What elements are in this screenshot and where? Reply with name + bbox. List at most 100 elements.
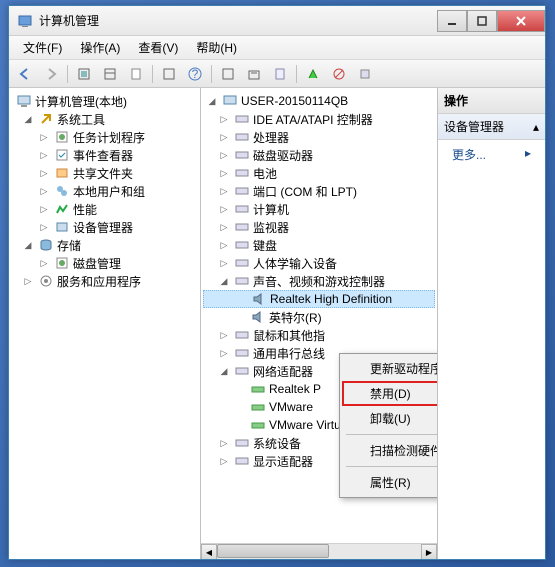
expand-icon[interactable]: ▷ — [217, 166, 231, 180]
expand-icon[interactable]: ▷ — [217, 346, 231, 360]
actions-section[interactable]: 设备管理器 ▴ — [438, 114, 545, 140]
expand-icon[interactable]: ▷ — [37, 148, 51, 162]
scroll-thumb[interactable] — [217, 544, 329, 558]
tool-icon[interactable] — [327, 63, 351, 85]
tool-icon[interactable] — [268, 63, 292, 85]
device-category[interactable]: ▷监视器 — [203, 218, 435, 236]
tool-icon[interactable] — [157, 63, 181, 85]
tool-icon[interactable] — [72, 63, 96, 85]
device-category[interactable]: ▷计算机 — [203, 200, 435, 218]
tool-icon[interactable] — [98, 63, 122, 85]
tree-label: 鼠标和其他指 — [253, 327, 325, 344]
help-icon[interactable]: ? — [183, 63, 207, 85]
tree-item[interactable]: ▷磁盘管理 — [11, 254, 198, 272]
collapse-icon[interactable]: ▴ — [533, 120, 539, 134]
tree-item[interactable]: ▷共享文件夹 — [11, 164, 198, 182]
minimize-button[interactable] — [437, 10, 467, 32]
expand-icon[interactable]: ▷ — [217, 454, 231, 468]
device-category[interactable]: ▷键盘 — [203, 236, 435, 254]
forward-button[interactable] — [39, 63, 63, 85]
context-menu-item[interactable]: 卸载(U) — [342, 406, 437, 431]
device-root[interactable]: ◢ USER-20150114QB — [203, 92, 435, 110]
menu-help[interactable]: 帮助(H) — [188, 37, 245, 58]
collapse-icon[interactable]: ◢ — [21, 238, 35, 252]
category-icon — [234, 201, 250, 217]
left-tree-panel[interactable]: 计算机管理(本地) ◢ 系统工具 ▷任务计划程序▷事件查看器▷共享文件夹▷本地用… — [9, 88, 201, 559]
device-item[interactable]: 英特尔(R) — [203, 308, 435, 326]
collapse-icon[interactable]: ◢ — [217, 364, 231, 378]
tree-group-system-tools[interactable]: ◢ 系统工具 — [11, 110, 198, 128]
expand-icon[interactable]: ▷ — [37, 130, 51, 144]
tool-icon[interactable] — [242, 63, 266, 85]
more-actions-link[interactable]: 更多... ▸ — [438, 140, 545, 169]
context-menu-item[interactable]: 属性(R) — [342, 470, 437, 495]
device-category[interactable]: ▷人体学输入设备 — [203, 254, 435, 272]
scroll-track[interactable] — [217, 544, 421, 559]
device-category[interactable]: ▷电池 — [203, 164, 435, 182]
tree-item[interactable]: ▷本地用户和组 — [11, 182, 198, 200]
scroll-right-button[interactable]: ▶ — [421, 544, 437, 559]
tree-item[interactable]: ▷性能 — [11, 200, 198, 218]
category-icon — [234, 327, 250, 343]
device-icon — [250, 309, 266, 325]
expand-icon[interactable]: ▷ — [37, 220, 51, 234]
menu-file[interactable]: 文件(F) — [15, 37, 70, 58]
tree-item[interactable]: ▷任务计划程序 — [11, 128, 198, 146]
expand-icon[interactable]: ▷ — [217, 328, 231, 342]
menu-action[interactable]: 操作(A) — [72, 37, 128, 58]
expand-icon[interactable]: ▷ — [217, 112, 231, 126]
expand-icon[interactable]: ▷ — [217, 436, 231, 450]
expand-icon[interactable]: ▷ — [217, 202, 231, 216]
expand-icon[interactable]: ▷ — [37, 256, 51, 270]
expand-icon[interactable]: ▷ — [217, 256, 231, 270]
expand-icon[interactable]: ▷ — [217, 130, 231, 144]
device-tree-panel[interactable]: ◢ USER-20150114QB ▷IDE ATA/ATAPI 控制器▷处理器… — [201, 88, 437, 559]
tree-group-services[interactable]: ▷ 服务和应用程序 — [11, 272, 198, 290]
expand-icon[interactable]: ▷ — [21, 274, 35, 288]
tree-group-storage[interactable]: ◢ 存储 — [11, 236, 198, 254]
context-menu-item[interactable]: 扫描检测硬件改动(A) — [342, 438, 437, 463]
context-menu-item[interactable]: 禁用(D) — [342, 381, 437, 406]
tool-icon[interactable] — [124, 63, 148, 85]
collapse-icon[interactable]: ◢ — [21, 112, 35, 126]
expand-icon[interactable]: ▷ — [217, 148, 231, 162]
expand-icon[interactable]: ▷ — [37, 184, 51, 198]
collapse-icon[interactable]: ◢ — [205, 94, 219, 108]
tool-icon[interactable] — [301, 63, 325, 85]
device-category[interactable]: ▷处理器 — [203, 128, 435, 146]
tool-icon[interactable] — [216, 63, 240, 85]
category-icon — [234, 183, 250, 199]
expand-icon[interactable]: ▷ — [37, 202, 51, 216]
tree-root[interactable]: 计算机管理(本地) — [11, 92, 198, 110]
expand-icon[interactable]: ▷ — [217, 184, 231, 198]
category-icon — [234, 129, 250, 145]
context-menu-item[interactable]: 更新驱动程序软件(P)... — [342, 356, 437, 381]
device-category[interactable]: ◢ 声音、视频和游戏控制器 — [203, 272, 435, 290]
menu-view[interactable]: 查看(V) — [130, 37, 186, 58]
tree-label: 网络适配器 — [253, 363, 313, 380]
scroll-left-button[interactable]: ◀ — [201, 544, 217, 559]
device-icon — [250, 381, 266, 397]
tree-label: 声音、视频和游戏控制器 — [253, 273, 385, 290]
tree-item[interactable]: ▷设备管理器 — [11, 218, 198, 236]
maximize-button[interactable] — [467, 10, 497, 32]
device-item[interactable]: Realtek High Definition — [203, 290, 435, 308]
tree-item[interactable]: ▷事件查看器 — [11, 146, 198, 164]
device-category[interactable]: ▷IDE ATA/ATAPI 控制器 — [203, 110, 435, 128]
watermark-text: 系统之家 — [495, 537, 543, 554]
expand-icon[interactable]: ▷ — [217, 238, 231, 252]
device-category[interactable]: ▷磁盘驱动器 — [203, 146, 435, 164]
device-category[interactable]: ▷ 鼠标和其他指 — [203, 326, 435, 344]
collapse-icon[interactable]: ◢ — [217, 274, 231, 288]
back-button[interactable] — [13, 63, 37, 85]
context-menu-separator — [346, 466, 437, 467]
expand-icon[interactable]: ▷ — [217, 220, 231, 234]
horizontal-scrollbar[interactable]: ◀ ▶ — [201, 543, 437, 559]
close-button[interactable] — [497, 10, 545, 32]
tool-icon[interactable] — [353, 63, 377, 85]
titlebar[interactable]: 计算机管理 — [9, 6, 545, 36]
category-icon — [234, 219, 250, 235]
device-category[interactable]: ▷端口 (COM 和 LPT) — [203, 182, 435, 200]
expand-icon[interactable]: ▷ — [37, 166, 51, 180]
device-icon — [250, 417, 266, 433]
